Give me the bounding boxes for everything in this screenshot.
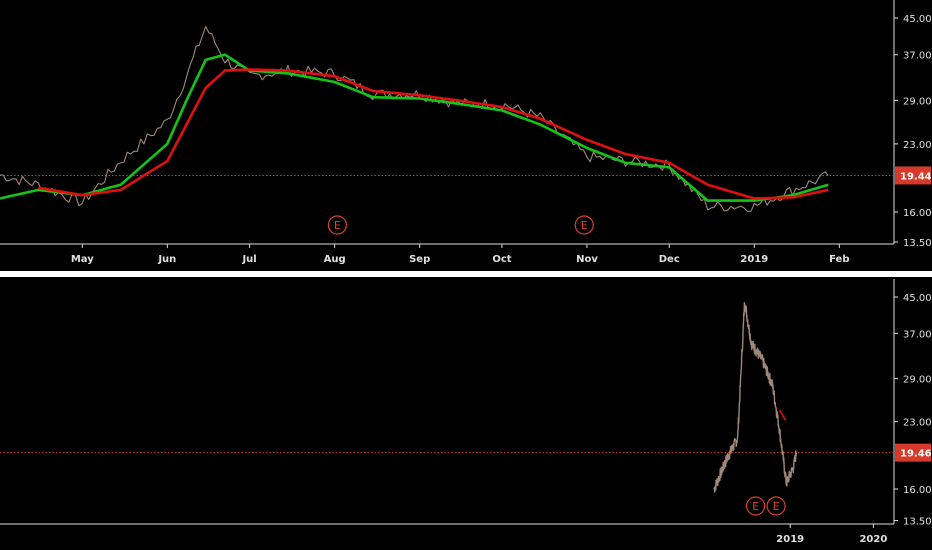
time-tick-label: Sep xyxy=(409,254,430,265)
earnings-marker-label: E xyxy=(752,500,759,513)
time-tick-label: 2019 xyxy=(776,534,804,545)
earnings-marker-label: E xyxy=(581,219,588,232)
time-tick-label: May xyxy=(71,254,94,265)
price-tick-label: 13.50 xyxy=(903,238,932,249)
panel-separator[interactable] xyxy=(0,271,932,277)
time-tick-label: 2019 xyxy=(740,254,768,265)
price-tick-label: 45.00 xyxy=(903,14,932,25)
price-tick-label: 37.00 xyxy=(903,329,932,340)
price-tick-label: 16.00 xyxy=(903,485,932,496)
time-tick-label: Jul xyxy=(241,254,256,265)
price-tick-label: 16.00 xyxy=(903,208,932,219)
price-tick-label: 37.00 xyxy=(903,51,932,62)
price-tick-label: 23.00 xyxy=(903,140,932,151)
time-tick-label: Feb xyxy=(829,254,849,265)
last-price-label: 19.44 xyxy=(900,171,932,182)
price-tick-label: 23.00 xyxy=(903,418,932,429)
time-tick-label: Oct xyxy=(492,254,511,265)
time-tick-label: 2020 xyxy=(859,534,887,545)
price-tick-label: 13.50 xyxy=(903,517,932,528)
price-tick-label: 29.00 xyxy=(903,375,932,386)
time-tick-label: Nov xyxy=(576,254,598,265)
last-price-label: 19.46 xyxy=(900,449,932,460)
earnings-marker-label: E xyxy=(773,500,780,513)
time-tick-label: Jun xyxy=(157,254,176,265)
time-tick-label: Aug xyxy=(324,254,346,265)
earnings-marker-label: E xyxy=(334,219,341,232)
time-tick-label: Dec xyxy=(659,254,680,265)
price-tick-label: 29.00 xyxy=(903,96,932,107)
chart-canvas[interactable]: 45.00 37.00 29.00 23.00 16.00 13.50 May Jun Jul A… xyxy=(0,0,932,550)
price-tick-label: 45.00 xyxy=(903,293,932,304)
